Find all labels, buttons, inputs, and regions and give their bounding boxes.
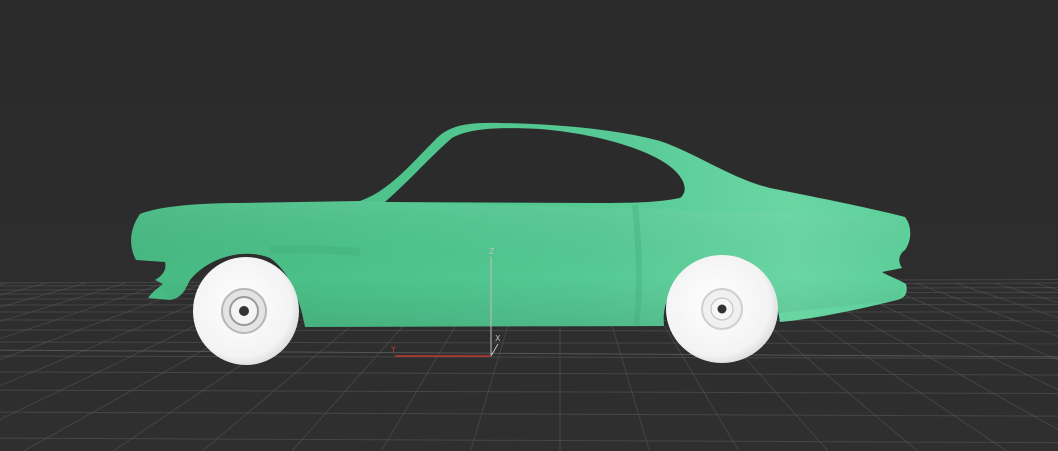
grid-line-radial xyxy=(954,282,1058,319)
scene-canvas[interactable] xyxy=(0,0,1058,451)
grid-line-horizontal xyxy=(0,389,1058,395)
grid-line-horizontal xyxy=(0,371,1058,376)
rear-hub-center xyxy=(239,306,249,316)
front-wheel[interactable] xyxy=(666,255,778,363)
fender-crease xyxy=(269,245,361,256)
grid-line-horizontal xyxy=(0,411,1058,417)
grid-line-horizontal xyxy=(0,437,1058,444)
3d-viewport[interactable]: Z X Y xyxy=(0,0,1058,451)
front-hub-center xyxy=(717,304,727,314)
gizmo-y-label: Y xyxy=(391,345,396,354)
gizmo-x-label: X xyxy=(495,334,501,343)
grid-line-radial xyxy=(0,282,126,323)
grid-line-radial xyxy=(994,282,1058,304)
grid-line-radial xyxy=(0,282,8,286)
grid-line-radial xyxy=(0,282,166,340)
grid-line-radial xyxy=(1033,282,1058,291)
gizmo-z-label: Z xyxy=(489,247,495,256)
rear-wheel[interactable] xyxy=(193,257,299,365)
grid-line-horizontal xyxy=(0,329,1058,332)
gizmo-x-axis xyxy=(490,343,499,357)
grid-line-radial xyxy=(0,282,47,296)
